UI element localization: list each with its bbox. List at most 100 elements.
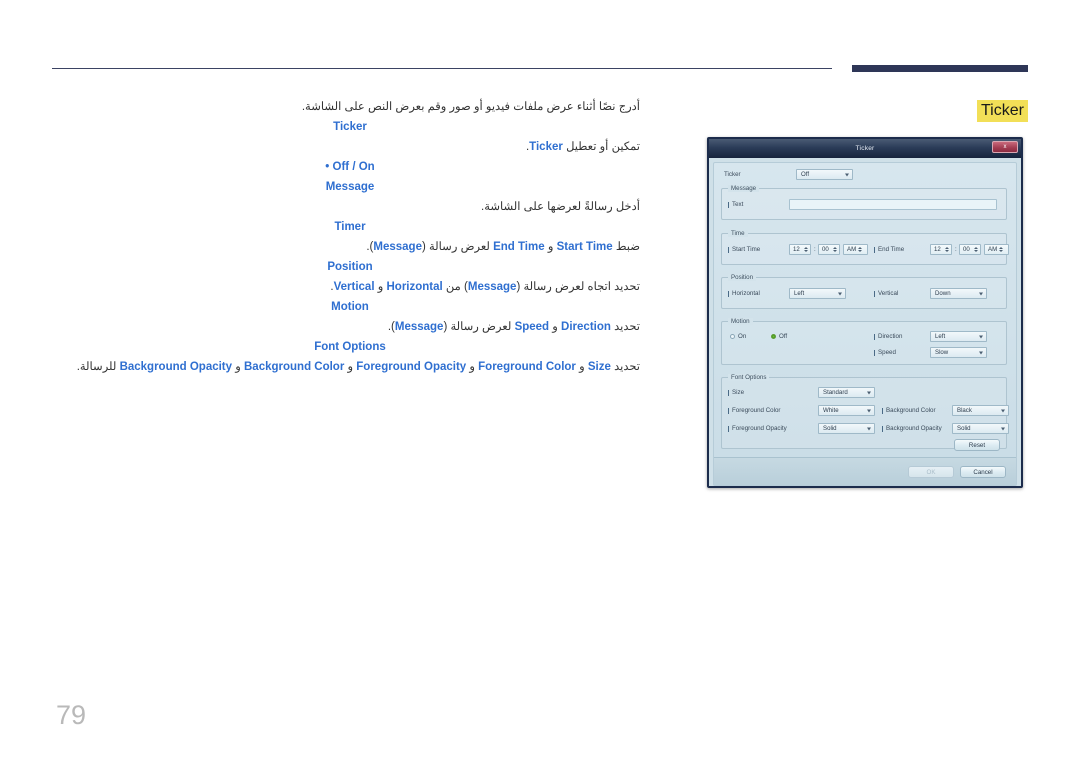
field-marker-icon	[874, 246, 875, 253]
motion-group: Motion	[721, 318, 1007, 365]
background-opacity-label: Background Opacity	[886, 425, 942, 432]
speed-dropdown[interactable]: Slow	[930, 347, 987, 358]
size-dropdown[interactable]: Standard	[818, 387, 875, 398]
horizontal-dropdown[interactable]: Left	[789, 288, 846, 299]
speed-row: Speed	[874, 349, 896, 356]
header-divider-line	[52, 68, 832, 69]
stepper-arrows-icon	[858, 247, 863, 252]
chevron-down-icon	[979, 351, 983, 354]
manual-heading-message: Message	[325, 181, 375, 193]
start-time-hour-stepper[interactable]: 12	[789, 244, 811, 255]
font-kw-size: Size	[587, 361, 611, 373]
timer-and: و	[547, 241, 554, 253]
dialog-body: Ticker Off Message Text Time Start Time …	[713, 162, 1017, 486]
start-time-minute-stepper[interactable]: 00	[818, 244, 840, 255]
start-time-meridiem-value: AM	[847, 246, 857, 253]
background-color-label: Background Color	[886, 407, 936, 414]
position-and: و	[377, 281, 384, 293]
background-color-row: Background Color	[882, 407, 936, 414]
manual-heading-motion: Motion	[331, 301, 369, 313]
manual-desc-position: تحديد اتجاه لعرض رسالة (Message) من Hori…	[60, 277, 640, 297]
vertical-dropdown[interactable]: Down	[930, 288, 987, 299]
end-time-hour-stepper[interactable]: 12	[930, 244, 952, 255]
chevron-down-icon	[1001, 409, 1005, 412]
font-and-1: و	[579, 361, 585, 373]
direction-value: Left	[935, 333, 946, 340]
message-text-label: Text	[732, 201, 744, 208]
start-time-meridiem-stepper[interactable]: AM	[843, 244, 868, 255]
manual-heading-position: Position	[327, 261, 373, 273]
message-text-input[interactable]	[789, 199, 997, 210]
end-time-hour-value: 12	[934, 246, 941, 253]
vertical-label: Vertical	[878, 290, 899, 297]
font-kw-background-color: Background Color	[244, 361, 345, 373]
message-group-title: Message	[728, 185, 760, 192]
direction-dropdown[interactable]: Left	[930, 331, 987, 342]
font-kw-foreground-opacity: Foreground Opacity	[356, 361, 467, 373]
background-color-value: Black	[957, 407, 972, 414]
chevron-down-icon	[979, 335, 983, 338]
foreground-color-dropdown[interactable]: White	[818, 405, 875, 416]
ok-button[interactable]: OK	[908, 466, 954, 478]
font-desc-b: للرسالة.	[76, 361, 117, 373]
font-options-group-title: Font Options	[728, 374, 770, 381]
timer-kw-end: End Time	[493, 241, 545, 253]
start-time-minute-value: 00	[822, 246, 829, 253]
font-desc-a: تحديد	[614, 361, 640, 373]
chevron-down-icon	[867, 409, 871, 412]
position-group-title: Position	[728, 274, 757, 281]
end-time-meridiem-value: AM	[988, 246, 998, 253]
foreground-opacity-value: Solid	[823, 425, 837, 432]
stepper-arrows-icon	[999, 247, 1004, 252]
radio-dot-icon	[771, 334, 776, 339]
field-marker-icon	[728, 246, 729, 253]
horizontal-label: Horizontal	[732, 290, 760, 297]
end-time-row: End Time	[874, 246, 904, 253]
header-accent-bar	[852, 65, 1028, 72]
end-time-meridiem-stepper[interactable]: AM	[984, 244, 1009, 255]
stepper-arrows-icon	[945, 247, 949, 252]
field-marker-icon	[874, 349, 875, 356]
radio-dot-icon	[730, 334, 735, 339]
chevron-down-icon	[979, 292, 983, 295]
chevron-down-icon	[867, 427, 871, 430]
end-time-minute-stepper[interactable]: 00	[959, 244, 981, 255]
size-label: Size	[732, 389, 745, 396]
time-group-title: Time	[728, 230, 748, 237]
field-marker-icon	[728, 389, 729, 396]
manual-desc-font-options: تحديد Size و Foreground Color و Foregrou…	[60, 357, 640, 377]
manual-desc-ticker-keyword: Ticker	[529, 141, 563, 153]
motion-on-radio[interactable]: On	[730, 333, 746, 340]
vertical-row: Vertical	[874, 290, 898, 297]
dialog-titlebar: Ticker x	[709, 139, 1021, 158]
field-marker-icon	[874, 333, 875, 340]
background-opacity-row: Background Opacity	[882, 425, 942, 432]
font-kw-foreground-color: Foreground Color	[478, 361, 576, 373]
background-opacity-dropdown[interactable]: Solid	[952, 423, 1009, 434]
font-and-4: و	[235, 361, 241, 373]
motion-off-radio[interactable]: Off	[771, 333, 787, 340]
size-value: Standard	[823, 389, 848, 396]
reset-button[interactable]: Reset	[954, 439, 1000, 451]
end-time-label: End Time	[878, 246, 905, 253]
field-marker-icon	[882, 425, 883, 432]
foreground-color-label: Foreground Color	[732, 407, 781, 414]
motion-off-label: Off	[779, 333, 788, 340]
position-desc-b: ) من	[445, 281, 468, 293]
motion-group-title: Motion	[728, 318, 753, 325]
direction-row: Direction	[874, 333, 902, 340]
background-color-dropdown[interactable]: Black	[952, 405, 1009, 416]
close-icon[interactable]: x	[992, 141, 1018, 153]
field-marker-icon	[728, 407, 729, 414]
timer-desc-a: ضبط	[615, 241, 640, 253]
font-and-2: و	[469, 361, 475, 373]
field-marker-icon	[728, 425, 729, 432]
chevron-down-icon	[1001, 427, 1005, 430]
background-opacity-value: Solid	[957, 425, 971, 432]
cancel-button[interactable]: Cancel	[960, 466, 1006, 478]
foreground-opacity-dropdown[interactable]: Solid	[818, 423, 875, 434]
dialog-footer: OK Cancel	[714, 457, 1016, 485]
stepper-arrows-icon	[804, 247, 808, 252]
ticker-enable-dropdown[interactable]: Off	[796, 169, 853, 180]
field-marker-icon	[874, 290, 875, 297]
